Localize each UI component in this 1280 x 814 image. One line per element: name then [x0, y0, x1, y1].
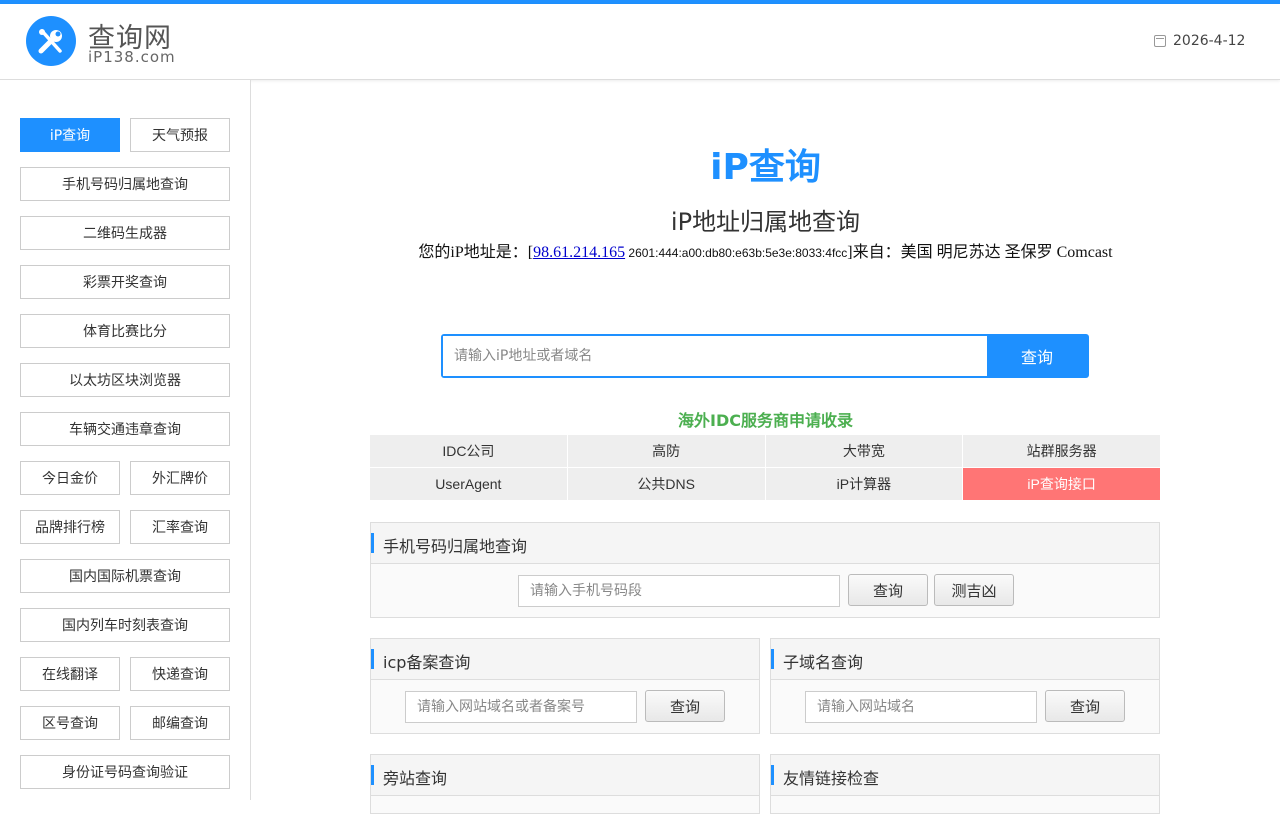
panel-title: 旁站查询 [383, 769, 448, 788]
sidebar-item-flights[interactable]: 国内国际机票查询 [20, 559, 230, 593]
side-site-panel: 旁站查询 [370, 754, 760, 814]
panel-header: 手机号码归属地查询 [371, 523, 1159, 564]
panel-header: 友情链接检查 [771, 755, 1159, 796]
link-public-dns[interactable]: 公共DNS [567, 468, 765, 500]
link-ip-calculator[interactable]: iP计算器 [765, 468, 963, 500]
mobile-fortune-button[interactable]: 测吉凶 [934, 574, 1014, 606]
page-title: iP地址归属地查询 [670, 208, 861, 236]
sidebar-item-weather[interactable]: 天气预报 [130, 118, 230, 152]
panel-header: icp备案查询 [371, 639, 759, 680]
panel-header: 旁站查询 [371, 755, 759, 796]
sidebar-item-brand[interactable]: 品牌排行榜 [20, 510, 120, 544]
link-idc-company[interactable]: IDC公司 [370, 435, 567, 467]
icp-query-panel: icp备案查询 查询 [370, 638, 760, 734]
ip-search-button[interactable]: 查询 [987, 336, 1087, 376]
sidebar-item-exchange[interactable]: 汇率查询 [130, 510, 230, 544]
panel-title: 友情链接检查 [783, 769, 880, 788]
logo-subtitle[interactable]: iP138.com [88, 48, 176, 66]
sidebar-item-ethereum[interactable]: 以太坊区块浏览器 [20, 363, 230, 397]
header: 查询网 iP138.com 2026-4-12 [0, 4, 1280, 80]
mobile-query-button[interactable]: 查询 [848, 574, 928, 606]
sidebar-item-zipcode[interactable]: 邮编查询 [130, 706, 230, 740]
main-content: iP查询 iP地址归属地查询 您的iP地址是：[98.61.214.165 26… [251, 80, 1280, 814]
sidebar-item-trains[interactable]: 国内列车时刻表查询 [20, 608, 230, 642]
icp-query-button[interactable]: 查询 [645, 690, 725, 722]
calendar-icon [1154, 35, 1166, 47]
idc-title-link[interactable]: 海外IDC服务商申请收录 [251, 407, 1280, 431]
link-bandwidth[interactable]: 大带宽 [765, 435, 963, 467]
sidebar-item-sports[interactable]: 体育比赛比分 [20, 314, 230, 348]
sidebar-item-idcard[interactable]: 身份证号码查询验证 [20, 755, 230, 789]
sidebar-item-areacode[interactable]: 区号查询 [20, 706, 120, 740]
sidebar-item-gold[interactable]: 今日金价 [20, 461, 120, 495]
quick-links-grid: IDC公司 高防 大带宽 站群服务器 UserAgent 公共DNS iP计算器… [370, 435, 1160, 500]
sidebar-item-traffic[interactable]: 车辆交通违章查询 [20, 412, 230, 446]
friend-link-panel: 友情链接检查 [770, 754, 1160, 814]
sidebar-item-lottery[interactable]: 彩票开奖查询 [20, 265, 230, 299]
sidebar-item-express[interactable]: 快递查询 [130, 657, 230, 691]
ip-search-box: 查询 [441, 334, 1089, 378]
mobile-input[interactable] [518, 575, 840, 607]
ip-info-line: 您的iP地址是：[98.61.214.165 2601:444:a00:db80… [251, 238, 1280, 262]
subdomain-query-button[interactable]: 查询 [1045, 690, 1125, 722]
link-server-cluster[interactable]: 站群服务器 [963, 435, 1160, 467]
ip-v4-link[interactable]: 98.61.214.165 [533, 244, 625, 261]
ip-search-input[interactable] [443, 336, 987, 376]
sidebar-item-mobile[interactable]: 手机号码归属地查询 [20, 167, 230, 201]
date-display: 2026-4-12 [1154, 33, 1245, 49]
ip-prefix: 您的iP地址是：[ [418, 244, 534, 261]
panel-title: 子域名查询 [783, 653, 864, 672]
subdomain-input[interactable] [805, 691, 1037, 723]
logo-tools-icon[interactable] [26, 16, 76, 66]
link-useragent[interactable]: UserAgent [370, 468, 567, 500]
date-text: 2026-4-12 [1173, 33, 1246, 49]
ip-v6: 2601:444:a00:db80:e63b:5e3e:8033:4fcc [625, 246, 848, 260]
icp-input[interactable] [405, 691, 637, 723]
panel-title: icp备案查询 [383, 653, 471, 672]
brand-heading: iP查询 [710, 147, 821, 188]
link-ip-api[interactable]: iP查询接口 [963, 468, 1160, 500]
sidebar-item-translate[interactable]: 在线翻译 [20, 657, 120, 691]
subdomain-query-panel: 子域名查询 查询 [770, 638, 1160, 734]
sidebar-item-qrcode[interactable]: 二维码生成器 [20, 216, 230, 250]
sidebar-item-ip[interactable]: iP查询 [20, 118, 120, 152]
panel-header: 子域名查询 [771, 639, 1159, 680]
mobile-query-panel: 手机号码归属地查询 查询 测吉凶 [370, 522, 1160, 618]
sidebar: iP查询 天气预报 手机号码归属地查询 二维码生成器 彩票开奖查询 体育比赛比分… [0, 80, 251, 800]
sidebar-item-forex[interactable]: 外汇牌价 [130, 461, 230, 495]
link-ddos[interactable]: 高防 [567, 435, 765, 467]
ip-location: ]来自：美国 明尼苏达 圣保罗 Comcast [847, 244, 1113, 261]
panel-title: 手机号码归属地查询 [383, 537, 528, 556]
